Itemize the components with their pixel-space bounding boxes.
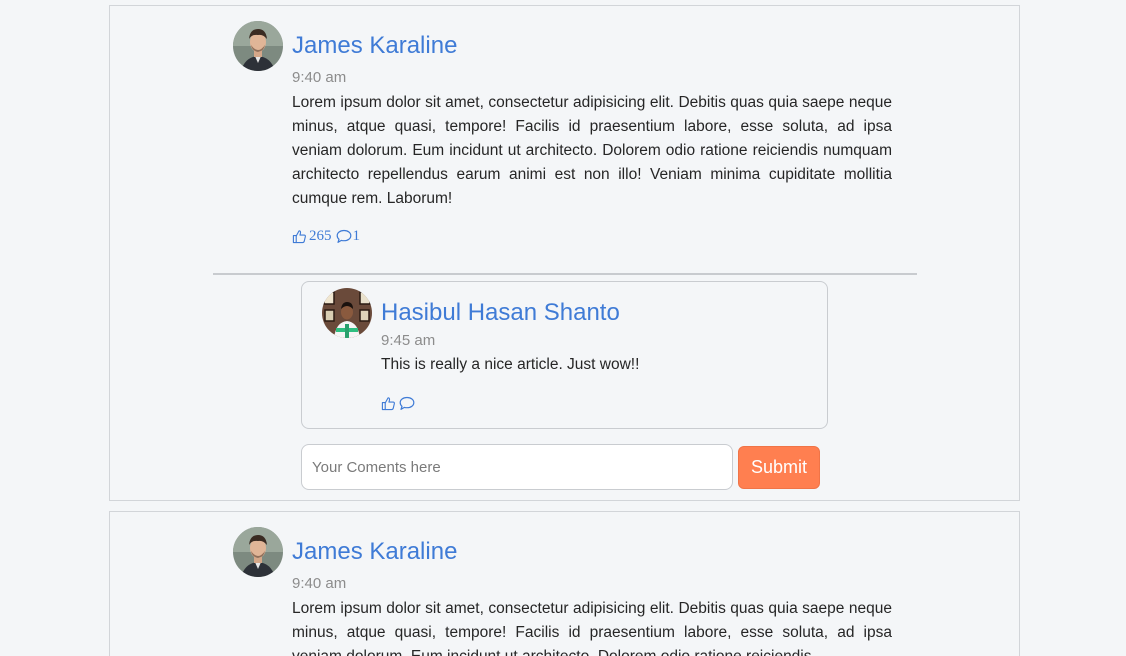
author-avatar[interactable] bbox=[233, 527, 283, 577]
thumbs-up-icon[interactable] bbox=[292, 229, 307, 244]
author-name[interactable]: James Karaline bbox=[292, 32, 457, 60]
post-author-row: James Karaline bbox=[233, 21, 457, 71]
post-author-row: James Karaline bbox=[233, 527, 457, 577]
likes-count: 265 bbox=[309, 228, 332, 244]
speech-bubble-icon[interactable] bbox=[336, 229, 351, 244]
comment-card: Hasibul Hasan Shanto 9:45 am This is rea… bbox=[301, 281, 828, 429]
comment-reactions bbox=[381, 396, 415, 411]
commenter-name[interactable]: Hasibul Hasan Shanto bbox=[381, 299, 620, 327]
comment-text: This is really a nice article. Just wow!… bbox=[381, 356, 640, 373]
author-name[interactable]: James Karaline bbox=[292, 538, 457, 566]
post-body: Lorem ipsum dolor sit amet, consectetur … bbox=[292, 94, 892, 207]
post-reactions: 265 1 bbox=[292, 228, 364, 245]
post-card: James Karaline 9:40 am Lorem ipsum dolor… bbox=[109, 5, 1020, 501]
divider bbox=[213, 273, 917, 275]
post-card: James Karaline 9:40 am Lorem ipsum dolor… bbox=[109, 511, 1020, 656]
post-time: 9:40 am bbox=[292, 69, 347, 86]
commenter-avatar[interactable] bbox=[322, 288, 372, 338]
author-avatar[interactable] bbox=[233, 21, 283, 71]
comment-time: 9:45 am bbox=[381, 332, 436, 349]
comment-input[interactable] bbox=[301, 444, 733, 490]
speech-bubble-icon[interactable] bbox=[399, 396, 415, 411]
post-body: Lorem ipsum dolor sit amet, consectetur … bbox=[292, 600, 892, 656]
comment-author-row: Hasibul Hasan Shanto bbox=[322, 288, 620, 338]
comments-count: 1 bbox=[352, 228, 361, 244]
post-time: 9:40 am bbox=[292, 575, 347, 592]
page: James Karaline 9:40 am Lorem ipsum dolor… bbox=[0, 0, 1126, 656]
thumbs-up-icon[interactable] bbox=[381, 396, 396, 411]
comment-form: Submit bbox=[301, 444, 820, 490]
submit-button[interactable]: Submit bbox=[738, 445, 820, 489]
